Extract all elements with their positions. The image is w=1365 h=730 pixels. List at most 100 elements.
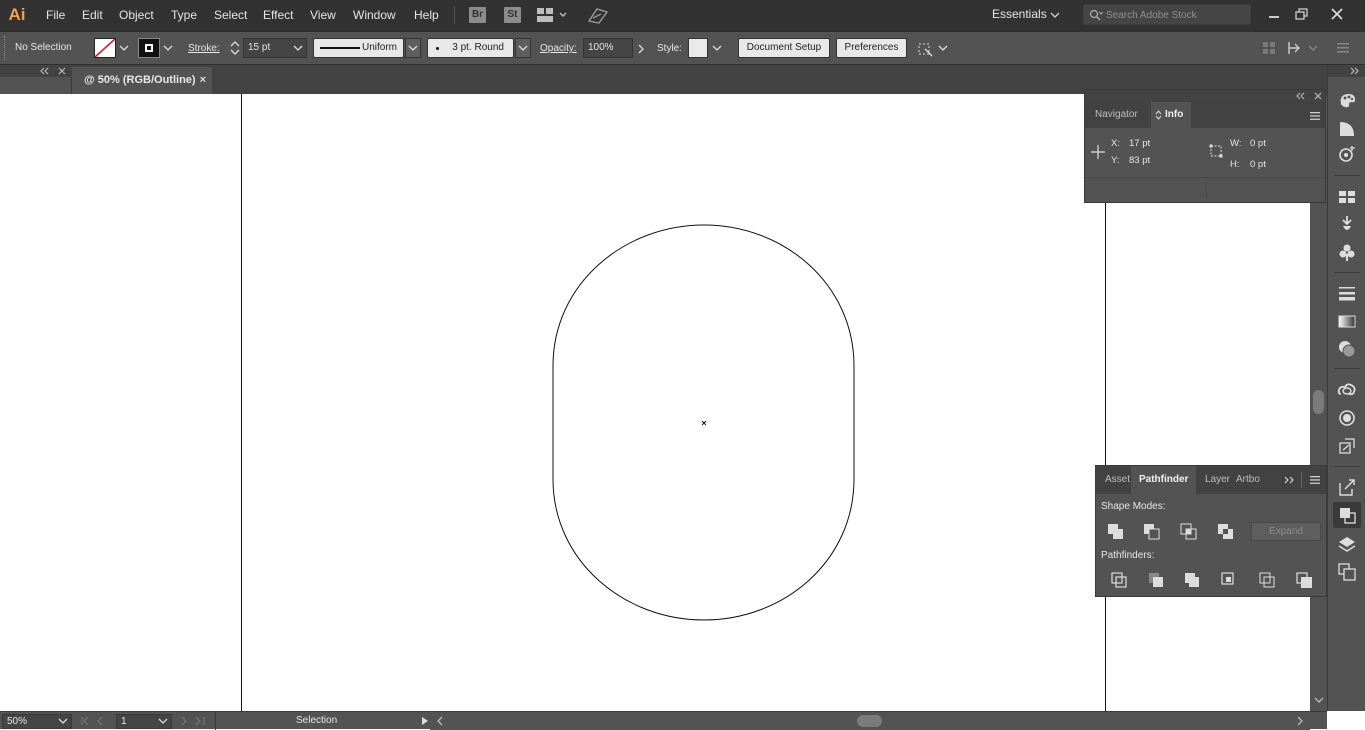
info-panel-header[interactable] [1085,90,1325,102]
menu-object[interactable]: Object [119,8,154,22]
stock-button[interactable]: St [504,7,521,23]
outline-icon[interactable] [1257,570,1279,590]
preferences-button[interactable]: Preferences [836,38,907,58]
layers-icon[interactable] [1337,534,1357,554]
search-input[interactable] [1106,7,1246,23]
restore-icon[interactable] [1294,6,1310,22]
document-tab[interactable]: @ 50% (RGB/Outline) × [72,67,212,94]
opacity-arrow-icon[interactable] [637,44,645,54]
color-panel-icon[interactable] [1337,90,1357,110]
pathfinder-panel-menu-icon[interactable] [1309,475,1321,485]
merge-icon[interactable] [1182,570,1204,590]
collapse-tools-icon[interactable] [39,67,49,75]
minimize-icon[interactable] [1266,6,1282,22]
minus-back-icon[interactable] [1294,570,1316,590]
vertical-scroll-thumb[interactable] [1313,390,1324,414]
divide-icon[interactable] [1109,570,1131,590]
trim-icon[interactable] [1146,570,1168,590]
close-tools-icon[interactable] [58,67,66,75]
control-bar-grip[interactable] [4,36,7,60]
dock-header[interactable] [1328,65,1365,77]
export-icon[interactable] [1337,477,1357,497]
appearance-icon[interactable] [1337,408,1357,428]
isolate-icon[interactable] [1287,40,1307,56]
workspace-chevron-icon[interactable] [1050,11,1060,19]
bridge-button[interactable]: Br [469,7,486,23]
close-document-icon[interactable]: × [200,67,206,94]
align-icon[interactable] [1262,41,1276,55]
more-tabs-icon[interactable] [1284,476,1296,484]
fill-chevron-icon[interactable] [119,44,129,54]
transform-selection-icon[interactable] [916,40,934,58]
brushes-icon[interactable] [1337,214,1357,234]
menu-type[interactable]: Type [171,8,197,22]
profile-dropdown[interactable] [405,38,421,58]
stroke-label[interactable]: Stroke: [188,43,220,54]
close-info-panel-icon[interactable] [1314,92,1322,100]
tab-info[interactable]: Info [1151,102,1192,128]
stroke-weight-stepper-icon[interactable] [229,39,241,57]
gpu-performance-icon[interactable] [587,6,609,24]
pathfinder-dock-button[interactable] [1333,502,1361,528]
tools-panel-header[interactable] [0,65,72,77]
isolate-chevron-icon[interactable] [1308,44,1318,54]
zoom-chevron-icon[interactable] [58,717,68,725]
tab-layers[interactable]: Layer [1197,466,1231,494]
horizontal-scrollbar[interactable] [430,712,1310,730]
gradient-panel-icon[interactable] [1337,311,1357,331]
creative-cloud-libraries-icon[interactable] [1337,381,1357,401]
stroke-panel-icon[interactable] [1337,283,1357,303]
graphic-styles-icon[interactable] [1337,436,1357,456]
brush-definition[interactable]: 3 pt. Round [427,38,514,58]
pasteboard[interactable] [0,94,72,711]
stroke-chevron-icon[interactable] [163,44,173,54]
exclude-icon[interactable] [1215,521,1237,541]
collapse-info-icon[interactable] [1295,92,1305,100]
workspace-switcher[interactable]: Essentials [992,7,1047,21]
fill-swatch[interactable] [94,38,116,58]
swatches-icon[interactable] [1337,187,1357,207]
transparency-icon[interactable] [1337,339,1357,359]
artboards-icon[interactable] [1337,562,1357,582]
scroll-right-icon[interactable] [1296,716,1304,726]
style-chevron-icon[interactable] [712,44,722,54]
artboard-chevron-icon[interactable] [158,717,168,725]
menu-window[interactable]: Window [353,8,396,22]
menu-view[interactable]: View [310,8,336,22]
tab-asset-export[interactable]: Asset [1098,466,1131,494]
tab-artboards[interactable]: Artbo [1228,466,1272,494]
arrange-documents-icon[interactable] [537,8,567,22]
status-menu-arrow-icon[interactable] [420,716,430,726]
symbols-icon[interactable] [1337,242,1357,262]
menu-file[interactable]: File [46,8,65,22]
unite-icon[interactable] [1105,521,1127,541]
minus-front-icon[interactable] [1141,521,1163,541]
control-panel-menu-icon[interactable] [1336,41,1350,55]
transform-chevron-icon[interactable] [938,44,948,54]
tab-navigator[interactable]: Navigator [1087,102,1146,128]
brush-dropdown[interactable] [515,38,531,58]
intersect-icon[interactable] [1178,521,1200,541]
stock-search-box[interactable] [1083,4,1251,25]
menu-select[interactable]: Select [214,8,247,22]
document-setup-button[interactable]: Document Setup [738,38,830,58]
first-prev-artboard-icon[interactable] [80,716,110,726]
expand-button[interactable]: Expand [1251,522,1321,541]
crop-icon[interactable] [1219,570,1241,590]
menu-help[interactable]: Help [414,8,439,22]
scroll-left-icon[interactable] [436,716,444,726]
collapse-dock-icon[interactable] [1350,67,1360,75]
info-panel-menu-icon[interactable] [1309,111,1321,121]
graphic-style-swatch[interactable] [688,38,708,58]
menu-edit[interactable]: Edit [82,8,103,22]
menu-effect[interactable]: Effect [263,8,293,22]
tab-pathfinder[interactable]: Pathfinder [1131,466,1197,494]
stroke-weight-chevron-icon[interactable] [293,44,303,54]
stroke-swatch[interactable] [138,38,160,58]
recolor-icon[interactable] [1337,145,1357,165]
opacity-field[interactable]: 100% [583,38,633,58]
close-window-icon[interactable] [1329,6,1345,22]
next-last-artboard-icon[interactable] [180,716,210,726]
opacity-label[interactable]: Opacity: [540,43,577,54]
horizontal-scroll-thumb[interactable] [857,715,882,727]
